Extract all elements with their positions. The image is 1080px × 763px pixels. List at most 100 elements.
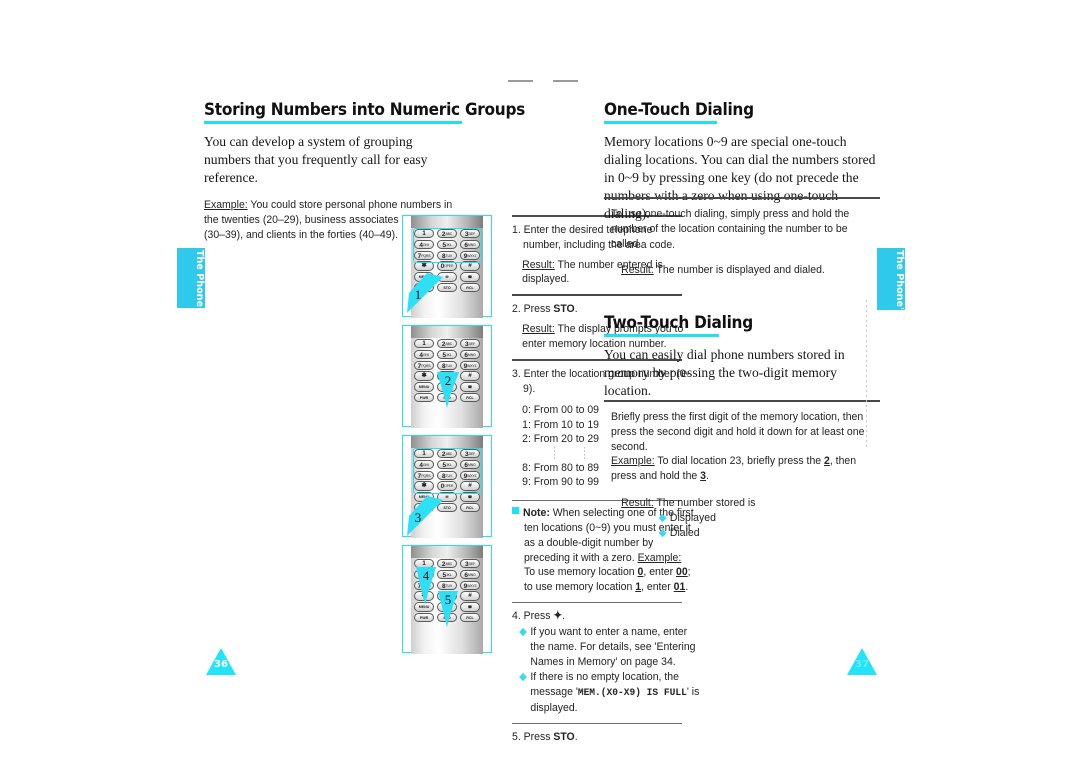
step-5-text-post: . <box>574 730 578 743</box>
side-tab-label-emphasis: The Phone's Internal Phone Book <box>194 250 205 430</box>
key-9: 9WXYZ <box>460 580 480 590</box>
result-bullet-1: Displayed <box>621 511 889 526</box>
layout-guide-line <box>866 300 867 450</box>
phone-illustration-1: 1 2ABC 3DEF 4GHI 5JKL 6MNO 7PQRS 8TUV 9WXYZ ✱ 0… <box>402 215 492 318</box>
result-label: Result: <box>522 323 555 336</box>
key-rcl: RCL <box>460 502 480 513</box>
diamond-bullet-icon <box>519 627 527 637</box>
side-tab-right: The Phone's Internal Phone Book <box>877 248 905 429</box>
phone-screen-area <box>411 546 483 558</box>
example-label: Example: <box>611 455 655 468</box>
key-rcl: RCL <box>460 392 480 403</box>
phone-screen-area <box>411 216 483 228</box>
key-pwr: PWR <box>414 612 434 623</box>
heading-underline <box>604 334 719 337</box>
key-pwr: PWR <box>414 392 434 403</box>
phone-screen-area <box>411 436 483 448</box>
key-7: 7PQRS <box>414 360 434 370</box>
phone-illustration-2: 12ABC3DEF 4GHI5JKL6MNO 7PQRS8TUV9WXYZ ✱0… <box>402 325 492 428</box>
one-touch-result: Result: The number is displayed and dial… <box>611 263 889 278</box>
page-number-value: 36 <box>214 659 228 670</box>
key-6: 6MNO <box>460 349 480 360</box>
section-divider <box>604 400 880 402</box>
two-touch-example: Example: To dial location 23, briefly pr… <box>611 454 879 484</box>
step-4-text-post: . <box>562 610 566 623</box>
key-1: 1 <box>414 339 434 349</box>
key-2: 2ABC <box>437 559 457 569</box>
step-4-text-pre: Press <box>523 610 554 623</box>
step-5-number: 5. <box>512 730 521 743</box>
one-touch-detail: To use one-touch dialing, simply press a… <box>611 208 850 250</box>
heading-underline <box>604 121 717 124</box>
result-bullet-2-text: Dialed <box>669 526 700 539</box>
keypad-highlight <box>413 448 482 494</box>
phone-screen-area <box>411 326 483 338</box>
key-2: 2ABC <box>437 339 457 349</box>
callout-number-1: 1 <box>414 287 422 302</box>
step-1-number: 1. <box>512 224 521 236</box>
callout-4: 4 <box>414 565 438 612</box>
callout-number-4: 4 <box>422 568 430 583</box>
key-call: ☎ <box>460 382 480 392</box>
result-text: The number stored is <box>656 497 756 510</box>
callout-3: 3 <box>405 494 451 543</box>
key-pound: # <box>460 371 480 381</box>
phone-illustration-3: 1 2ABC 3DEF 4GHI 5JKL 6MNO 7PQRS 8TUV 9WXYZ ✱ 0… <box>402 435 492 538</box>
crop-mark-right <box>553 80 578 82</box>
page-number-left: 36 <box>206 648 236 675</box>
key-5: 5JKL <box>437 569 457 580</box>
side-tab-left: The Phone's Internal Phone Book <box>177 248 205 430</box>
step-2-key: STO <box>553 303 575 316</box>
result-label: Result: <box>621 264 654 277</box>
diamond-bullet-icon <box>658 513 667 523</box>
crop-mark-left <box>508 80 533 82</box>
callout-2: 2 <box>435 370 461 415</box>
key-menu: MENU <box>414 382 434 392</box>
result-bullet-2: Dialed <box>621 526 889 541</box>
result-bullet-1-text: Displayed <box>669 511 716 524</box>
step-5-key: STO <box>553 730 575 743</box>
ex-p3: . <box>705 470 709 483</box>
diamond-bullet-icon <box>519 673 527 682</box>
up-arrow-key-icon: ✦ <box>553 610 563 623</box>
step-5-text-pre: Press <box>523 730 554 743</box>
key-star: ✱ <box>414 371 434 381</box>
key-3: 3DEF <box>460 559 480 569</box>
right-heading-1: One-Touch Dialing <box>604 100 754 119</box>
step-2-text-post: . <box>574 303 578 316</box>
key-call: ☎ <box>460 602 480 612</box>
two-touch-detail: Briefly press the first digit of the mem… <box>611 411 865 453</box>
key-4: 4GHI <box>414 349 434 360</box>
key-rcl: RCL <box>460 612 480 623</box>
result-text: The number is displayed and dialed. <box>656 264 825 277</box>
keypad-highlight <box>413 228 482 263</box>
example-label: Example: <box>204 199 248 212</box>
right-heading-2: Two-Touch Dialing <box>604 313 753 332</box>
page-number-right: 37 <box>847 648 877 675</box>
step-4-number: 4. <box>512 610 521 623</box>
key-8: 8TUV <box>437 360 457 370</box>
manual-page: Storing Numbers into Numeric Groups You … <box>0 0 1080 763</box>
callout-number-3: 3 <box>414 510 422 525</box>
page-number-value: 37 <box>855 659 869 670</box>
note-label: Note: <box>523 507 550 520</box>
key-pound: # <box>460 591 480 601</box>
phone-illustration-4: 12ABC3DEF 4GHI5JKL6MNO 7PQRS8TUV9WXYZ ✱0… <box>402 545 492 654</box>
step-2-text-pre: Press <box>523 303 554 316</box>
left-heading: Storing Numbers into Numeric Groups <box>204 100 526 119</box>
key-3: 3DEF <box>460 339 480 349</box>
step-3-number: 3. <box>512 367 521 380</box>
ex-p1: To dial location 23, briefly press the <box>657 455 825 468</box>
two-touch-intro: You can easily dial phone numbers stored… <box>604 347 845 399</box>
left-intro-text: You can develop a system of grouping num… <box>204 134 428 186</box>
callout-5: 5 <box>436 589 460 634</box>
key-rcl: RCL <box>460 282 480 293</box>
left-page-column: Storing Numbers into Numeric Groups You … <box>195 0 699 763</box>
result-label: Result: <box>621 497 654 510</box>
callout-number-5: 5 <box>444 592 452 607</box>
key-call: ☎ <box>460 272 480 282</box>
key-5: 5JKL <box>437 349 457 360</box>
key-9: 9WXYZ <box>460 360 480 370</box>
result-label: Result: <box>522 258 555 271</box>
callout-number-2: 2 <box>444 373 452 388</box>
